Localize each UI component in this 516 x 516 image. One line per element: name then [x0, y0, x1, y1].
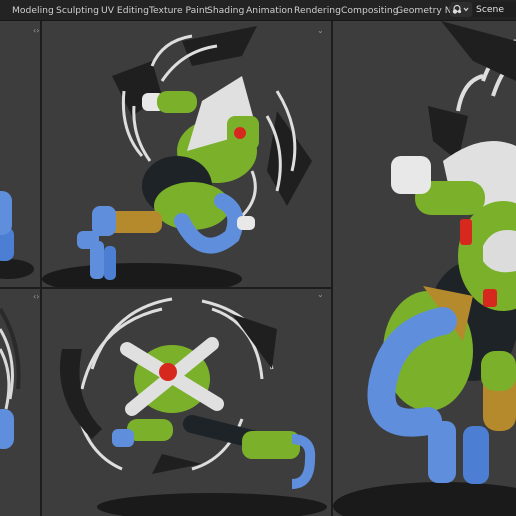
viewport-right-large[interactable]	[333, 21, 516, 516]
scene-selector-button[interactable]	[450, 2, 472, 17]
chevron-down-icon	[463, 7, 469, 12]
viewport-left-bottom[interactable]: ‹›	[0, 289, 40, 516]
viewport-right-large-scene	[333, 21, 516, 516]
viewport-bottom-middle-scene	[60, 297, 327, 516]
split-arrows-icon[interactable]: ‹›	[33, 27, 39, 35]
scene-icon	[452, 4, 469, 14]
tab-texture-paint[interactable]: Texture Paint	[149, 3, 208, 18]
tab-compositing[interactable]: Compositing	[341, 3, 399, 18]
tab-animation[interactable]: Animation	[246, 3, 293, 18]
viewport-left-bottom-scene	[0, 307, 21, 449]
viewport-bottom-middle[interactable]: ⌄	[42, 289, 331, 516]
workspace-topbar: Modeling Sculpting UV Editing Texture Pa…	[0, 0, 516, 21]
viewport-top-middle[interactable]: ⌄	[42, 21, 331, 287]
split-arrows-icon[interactable]: ‹›	[33, 293, 39, 301]
tab-sculpting[interactable]: Sculpting	[56, 3, 99, 18]
viewport-left-top[interactable]: ‹›	[0, 21, 40, 287]
tab-modeling[interactable]: Modeling	[12, 3, 54, 18]
chevron-down-icon[interactable]: ⌄	[317, 27, 324, 35]
viewport-left-top-scene	[0, 191, 34, 279]
scene-name: Scene	[476, 4, 505, 15]
chevron-down-icon[interactable]: ⌄	[317, 291, 324, 299]
viewport-top-middle-scene	[42, 26, 312, 287]
tab-uv-editing[interactable]: UV Editing	[101, 3, 149, 18]
tab-shading[interactable]: Shading	[207, 3, 244, 18]
tab-rendering[interactable]: Rendering	[294, 3, 341, 18]
